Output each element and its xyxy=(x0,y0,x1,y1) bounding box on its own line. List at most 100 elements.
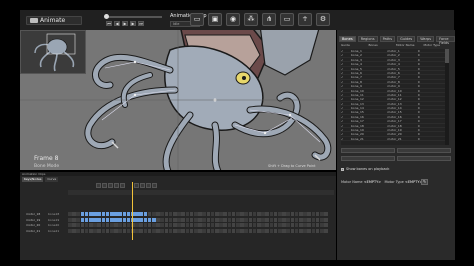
keyframe-cell[interactable] xyxy=(105,212,110,217)
keyframe-cell[interactable] xyxy=(236,217,240,222)
keyframe-cell[interactable] xyxy=(93,223,97,228)
keyframe-cell[interactable] xyxy=(198,223,202,228)
tl-paste-button[interactable] xyxy=(152,183,157,188)
keyframe-cell[interactable] xyxy=(164,217,169,222)
keyframe-cell[interactable] xyxy=(126,217,131,222)
keyframe-cell[interactable] xyxy=(290,228,295,233)
bone-visibility-checkbox[interactable]: ✓ xyxy=(341,137,351,141)
keyframe-cell[interactable] xyxy=(194,212,198,217)
tl-play-button[interactable] xyxy=(108,183,113,188)
keyframe-cell[interactable] xyxy=(110,212,114,217)
first-frame-button[interactable]: ⏮ xyxy=(106,21,112,26)
keyframe-cell[interactable] xyxy=(160,223,164,228)
keyframe-cell[interactable] xyxy=(320,228,324,233)
keyframe-cell[interactable] xyxy=(72,217,76,222)
keyframe-cell[interactable] xyxy=(252,217,257,222)
tab-regions[interactable]: Regions xyxy=(357,36,378,42)
keyframe-cell[interactable] xyxy=(223,228,227,233)
keyframe-cell[interactable] xyxy=(290,217,295,222)
bone-visibility-checkbox[interactable]: ✓ xyxy=(341,67,351,71)
keyframe-cell[interactable] xyxy=(185,223,190,228)
bone-visibility-checkbox[interactable]: ✓ xyxy=(341,115,351,119)
keyframe-cell[interactable] xyxy=(231,212,236,217)
keyframe-cell[interactable] xyxy=(324,212,328,217)
keyframe-cell[interactable] xyxy=(307,212,311,217)
keyframe-cell[interactable] xyxy=(320,217,324,222)
keyframe-cell[interactable] xyxy=(76,228,80,233)
keyframe-cell[interactable] xyxy=(273,217,278,222)
keyframe-cell[interactable] xyxy=(261,223,265,228)
keyframe-cell[interactable] xyxy=(173,223,177,228)
bone-visibility-checkbox[interactable]: ✓ xyxy=(341,75,351,79)
overview-thumbnail[interactable] xyxy=(20,30,86,74)
bone-visibility-checkbox[interactable]: ✓ xyxy=(341,84,351,88)
track-cells[interactable] xyxy=(68,223,334,228)
snapshot-tool[interactable]: ◉ xyxy=(226,13,240,26)
keyframe-cell[interactable] xyxy=(219,228,223,233)
keyframe-cell[interactable] xyxy=(303,212,307,217)
keyframe-cell[interactable] xyxy=(324,223,328,228)
keyframe-cell[interactable] xyxy=(160,228,164,233)
keyframe-cell[interactable] xyxy=(282,217,286,222)
keyframe-cell[interactable] xyxy=(189,228,194,233)
keyframe-cell[interactable] xyxy=(206,223,211,228)
tl-delete-key-button[interactable] xyxy=(140,183,145,188)
keyframe-cell[interactable] xyxy=(72,223,76,228)
keyframe-cell[interactable] xyxy=(164,212,169,217)
keyframe-cell[interactable] xyxy=(273,228,278,233)
keyframe-cell[interactable] xyxy=(89,223,93,228)
rename-bone-button[interactable] xyxy=(341,156,395,161)
keyframe-cell[interactable] xyxy=(97,228,101,233)
keyframe-cell[interactable] xyxy=(236,228,240,233)
keyframe-cell[interactable] xyxy=(269,212,274,217)
bone-visibility-checkbox[interactable]: ✓ xyxy=(341,93,351,97)
keyframe-cell[interactable] xyxy=(189,212,194,217)
keyframe-cell[interactable] xyxy=(156,223,160,228)
keyframe-cell[interactable] xyxy=(135,217,139,222)
keyframe-cell[interactable] xyxy=(126,228,131,233)
keyframe-cell[interactable] xyxy=(210,228,215,233)
keyframe-cell[interactable] xyxy=(307,228,311,233)
keyframe-cell[interactable] xyxy=(215,212,219,217)
keyframe-cell[interactable] xyxy=(324,217,328,222)
keyframe-cell[interactable] xyxy=(152,212,156,217)
keyframe-cell[interactable] xyxy=(315,217,320,222)
keyframe-cell[interactable] xyxy=(126,212,131,217)
prev-frame-button[interactable]: ◀ xyxy=(114,21,120,26)
keyframe-cell[interactable] xyxy=(227,217,232,222)
keyframe-cell[interactable] xyxy=(143,228,148,233)
keyframe-cell[interactable] xyxy=(156,228,160,233)
keyframe-cell[interactable] xyxy=(257,223,261,228)
view-tool[interactable]: ▭ xyxy=(280,13,294,26)
keyframe-cell[interactable] xyxy=(139,223,143,228)
keyframe-cell[interactable] xyxy=(219,212,223,217)
keyframe-cell[interactable] xyxy=(299,217,303,222)
bone-visibility-checkbox[interactable]: ✓ xyxy=(341,106,351,110)
keyframe-cell[interactable] xyxy=(210,217,215,222)
keyframe-cell[interactable] xyxy=(231,217,236,222)
keyframe-cell[interactable] xyxy=(143,217,148,222)
last-frame-button[interactable]: ⏭ xyxy=(138,21,144,26)
keyframe-cell[interactable] xyxy=(198,212,202,217)
keyframe-cell[interactable] xyxy=(248,228,253,233)
keyframe-cell[interactable] xyxy=(143,212,148,217)
keyframe-cell[interactable] xyxy=(231,223,236,228)
keyframe-cell[interactable] xyxy=(164,228,169,233)
add-bone-button[interactable] xyxy=(341,148,395,153)
keyframe-cell[interactable] xyxy=(273,223,278,228)
keyframe-cell[interactable] xyxy=(244,223,248,228)
keyframe-cell[interactable] xyxy=(278,228,282,233)
keyframe-cell[interactable] xyxy=(101,217,106,222)
keyframe-cell[interactable] xyxy=(215,223,219,228)
keyframe-cell[interactable] xyxy=(236,223,240,228)
keyframe-cell[interactable] xyxy=(240,223,244,228)
settings-tool[interactable]: ⚙ xyxy=(316,13,330,26)
keyframe-cell[interactable] xyxy=(223,217,227,222)
keyframe-cell[interactable] xyxy=(118,217,122,222)
keyframe-cell[interactable] xyxy=(152,217,156,222)
keyframe-cell[interactable] xyxy=(198,228,202,233)
keyframe-cell[interactable] xyxy=(240,212,244,217)
time-slider-track[interactable] xyxy=(106,16,162,18)
keyframe-cell[interactable] xyxy=(194,228,198,233)
keyframe-cell[interactable] xyxy=(286,212,290,217)
